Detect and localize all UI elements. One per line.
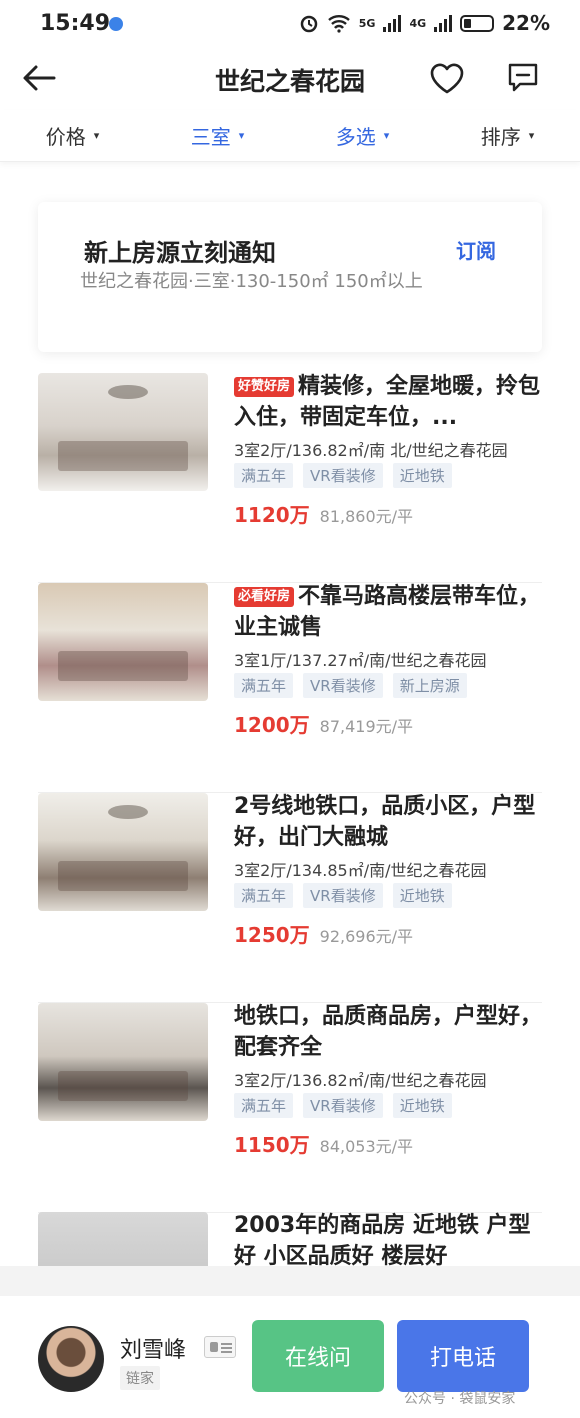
bottom-shade: [0, 1266, 580, 1296]
listing-price: 1120万: [234, 503, 310, 527]
filter-price-label: 价格: [45, 125, 86, 149]
listing-price-row: 1200万 87,419元/平: [234, 709, 413, 738]
listing-unit-price: 92,696元/平: [319, 927, 414, 946]
filter-more-label: 多选: [335, 125, 376, 149]
listing-tag: VR看装修: [303, 673, 383, 698]
listing-tags: 满五年 VR看装修 新上房源: [234, 673, 467, 698]
signal-5g-icon: [383, 14, 402, 32]
listing-tag: VR看装修: [303, 883, 383, 908]
listing-tag: VR看装修: [303, 463, 383, 488]
online-chat-button[interactable]: 在线问: [252, 1320, 384, 1392]
battery-icon: [460, 14, 495, 32]
listing-unit-price: 81,860元/平: [319, 507, 414, 526]
chevron-down-icon: ▾: [238, 129, 245, 142]
listing-item[interactable]: 必看好房 不靠马路高楼层带车位，业主诚售 3室1厅/137.27㎡/南/世纪之春花…: [38, 583, 542, 793]
listing-tag: 近地铁: [392, 883, 452, 908]
chevron-down-icon: ▾: [93, 129, 100, 142]
page-title: 世纪之春花园: [214, 67, 365, 96]
listing-price: 1250万: [234, 923, 310, 947]
listing-title: 好赞好房 精装修，全屋地暖，拎包入住，带固定车位，...: [234, 371, 542, 433]
listing-tags: 满五年 VR看装修 近地铁: [234, 1093, 452, 1118]
filter-price[interactable]: 价格 ▾: [0, 110, 145, 161]
listing-item[interactable]: 2号线地铁口，品质小区，户型好，出门大融城 3室2厅/134.85㎡/南/世纪之…: [38, 793, 542, 1003]
id-card-icon[interactable]: [204, 1336, 236, 1358]
filter-rooms[interactable]: 三室 ▾: [145, 110, 290, 161]
status-icons: 5G 4G 22%: [299, 11, 550, 35]
network-4g-label: 4G: [409, 16, 427, 30]
status-time: 15:49: [40, 11, 111, 36]
battery-percent: 22%: [502, 11, 550, 35]
listing-price-row: 1120万 81,860元/平: [234, 499, 413, 528]
listing-photo: [38, 793, 208, 911]
watermark: 公众号 · 袋鼠安家: [404, 1391, 516, 1407]
listing-item[interactable]: 地铁口，品质商品房，户型好，配套齐全 3室2厅/136.82㎡/南/世纪之春花园…: [38, 1003, 542, 1213]
avatar[interactable]: [38, 1326, 104, 1392]
alarm-icon: [300, 15, 317, 33]
header: 世纪之春花园: [0, 50, 580, 106]
listing-unit-price: 84,053元/平: [319, 1137, 414, 1156]
subscribe-card: 新上房源立刻通知 订阅 世纪之春花园·三室·130-150㎡ 150㎡以上: [38, 202, 542, 352]
call-button[interactable]: 打电话: [397, 1320, 529, 1392]
filter-bar: 价格 ▾ 三室 ▾ 多选 ▾ 排序 ▾: [0, 110, 580, 162]
listing-price: 1200万: [234, 713, 310, 737]
filter-more[interactable]: 多选 ▾: [290, 110, 435, 161]
wifi-icon: [327, 15, 350, 33]
status-bar: 15:49 5G 4G 22%: [0, 0, 580, 50]
chevron-down-icon: ▾: [383, 129, 390, 142]
listing-title: 地铁口，品质商品房，户型好，配套齐全: [234, 1004, 543, 1060]
app-notification-icon: [109, 17, 123, 31]
chevron-down-icon: ▾: [528, 129, 535, 142]
listing-item[interactable]: 好赞好房 精装修，全屋地暖，拎包入住，带固定车位，... 3室2厅/136.82㎡…: [38, 373, 542, 583]
listing-tag: 近地铁: [392, 463, 452, 488]
listing-tag: 满五年: [234, 673, 294, 698]
agent-company: 链家: [120, 1366, 160, 1390]
listing-photo: [38, 1212, 208, 1272]
listing-badge: 好赞好房: [234, 377, 295, 397]
favorite-button[interactable]: [428, 62, 466, 96]
agent-name[interactable]: 刘雪峰: [120, 1332, 186, 1364]
heart-icon: [430, 63, 464, 94]
listing-price-row: 1150万 84,053元/平: [234, 1129, 413, 1158]
listing-tags: 满五年 VR看装修 近地铁: [234, 463, 452, 488]
listing-description: 3室2厅/136.82㎡/南 北/世纪之春花园: [234, 441, 508, 460]
signal-4g-icon: [434, 14, 453, 32]
listing-unit-price: 87,419元/平: [319, 717, 414, 736]
subscribe-description: 世纪之春花园·三室·130-150㎡ 150㎡以上: [80, 271, 423, 292]
listing-title: 必看好房 不靠马路高楼层带车位，业主诚售: [234, 581, 542, 643]
listing-tag: VR看装修: [303, 1093, 383, 1118]
listing-title: 2003年的商品房 近地铁 户型好 小区品质好 楼层好: [234, 1213, 531, 1269]
agent-bar: 刘雪峰 链家 在线问 打电话 公众号 · 袋鼠安家: [0, 1296, 580, 1418]
listing-title: 2号线地铁口，品质小区，户型好，出门大融城: [234, 794, 536, 850]
chat-bubble-icon: [508, 63, 538, 92]
listing-tag: 满五年: [234, 463, 294, 488]
subscribe-button[interactable]: 订阅: [456, 235, 496, 264]
listing-tag: 满五年: [234, 1093, 294, 1118]
listing-photo: [38, 1003, 208, 1121]
subscribe-title: 新上房源立刻通知: [84, 239, 276, 267]
listing-description: 3室2厅/136.82㎡/南/世纪之春花园: [234, 1071, 487, 1090]
listing-tag: 满五年: [234, 883, 294, 908]
filter-rooms-label: 三室: [190, 125, 231, 149]
listing-photo: [38, 583, 208, 701]
listing-badge: 必看好房: [234, 587, 295, 607]
filter-sort-label: 排序: [480, 125, 521, 149]
network-5g-label: 5G: [358, 16, 376, 30]
listing-photo: [38, 373, 208, 491]
listing-tag: 近地铁: [392, 1093, 452, 1118]
filter-sort[interactable]: 排序 ▾: [435, 110, 580, 161]
listing-description: 3室1厅/137.27㎡/南/世纪之春花园: [234, 651, 487, 670]
listing-description: 3室2厅/134.85㎡/南/世纪之春花园: [234, 861, 487, 880]
listing-item[interactable]: 2003年的商品房 近地铁 户型好 小区品质好 楼层好: [38, 1212, 542, 1272]
listing-price-row: 1250万 92,696元/平: [234, 919, 413, 948]
listing-tags: 满五年 VR看装修 近地铁: [234, 883, 452, 908]
listing-tag: 新上房源: [392, 673, 467, 698]
message-button[interactable]: [505, 60, 541, 96]
listing-price: 1150万: [234, 1133, 310, 1157]
